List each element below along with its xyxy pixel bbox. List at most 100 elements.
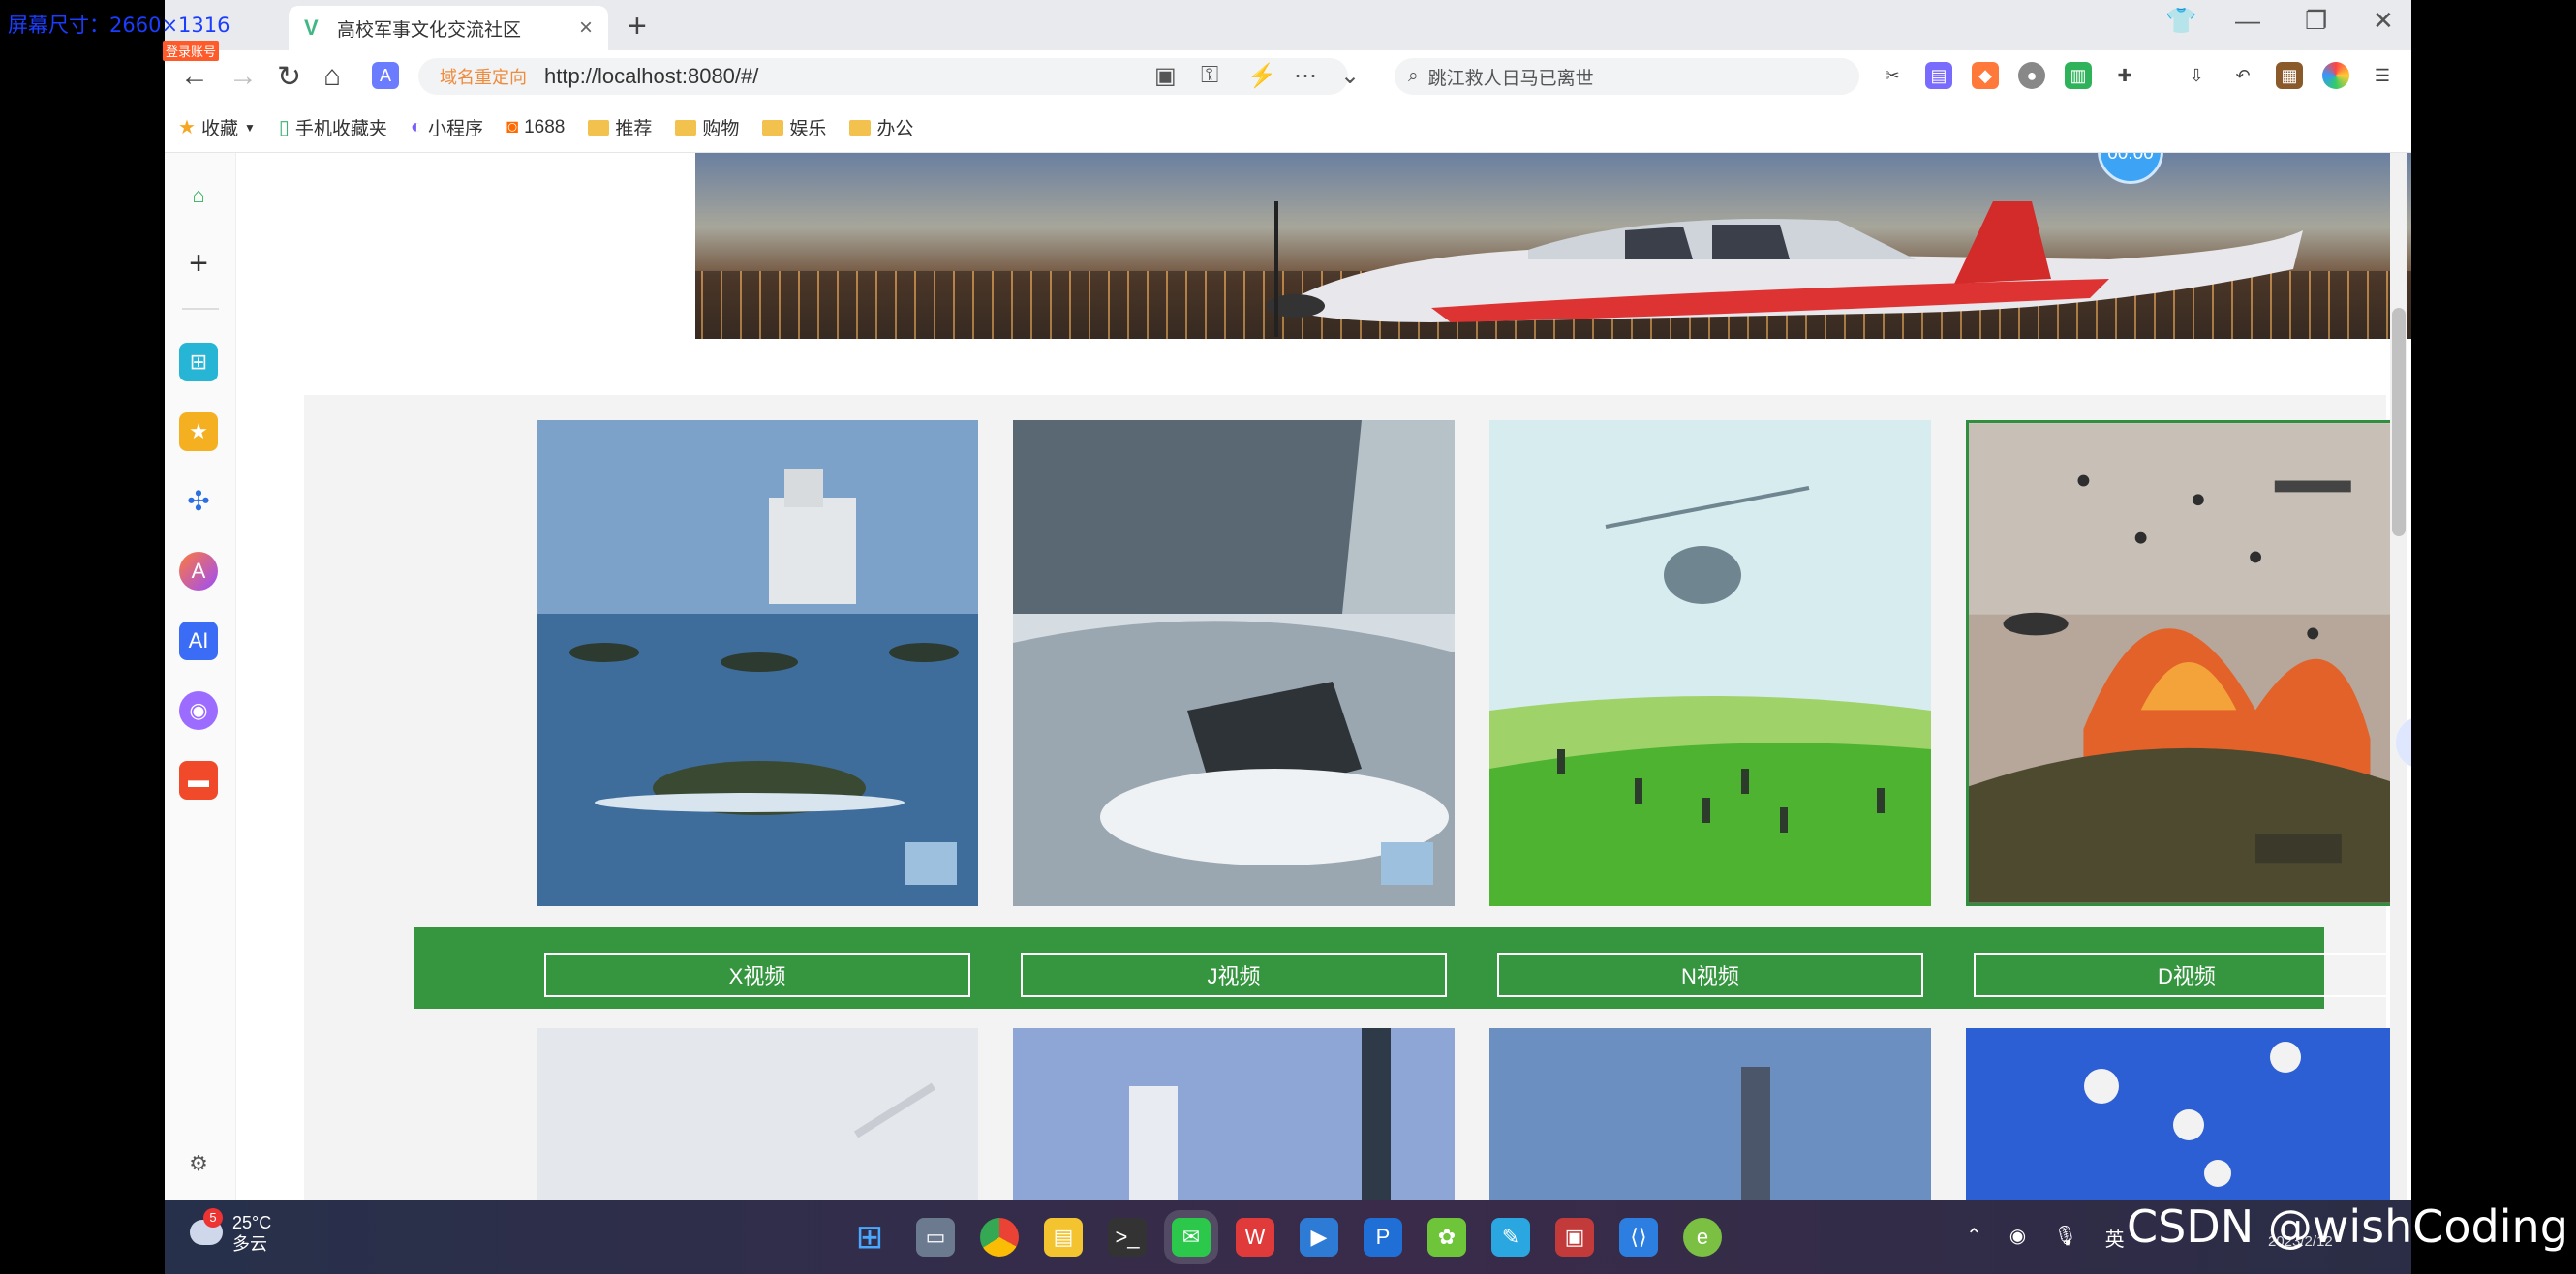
sidebar-favorites-icon[interactable]: ★ xyxy=(179,412,218,451)
folder-icon xyxy=(849,119,872,136)
wps-icon[interactable]: W xyxy=(1236,1218,1274,1257)
folder-icon xyxy=(588,119,610,136)
csdn-watermark: CSDN @wishCoding xyxy=(2127,1200,2568,1253)
game-extension-icon[interactable]: ◆ xyxy=(1972,62,1999,89)
tab-strip: V 高校军事文化交流社区 × + 👕 — ❐ ✕ xyxy=(165,0,2411,50)
scrollbar-thumb[interactable] xyxy=(2392,308,2406,536)
color-wheel-icon[interactable] xyxy=(2322,62,2349,89)
browser-e-icon[interactable]: e xyxy=(1683,1218,1722,1257)
search-box[interactable]: ⌕ 跳江救人日马已离世 xyxy=(1395,58,1859,95)
tab-active[interactable]: V 高校军事文化交流社区 × xyxy=(289,6,608,50)
green-app-icon[interactable]: ✿ xyxy=(1427,1218,1466,1257)
banner-image xyxy=(695,153,2411,339)
bookmark-entertainment[interactable]: 娱乐 xyxy=(762,114,826,140)
login-badge[interactable]: 登录账号 xyxy=(163,41,220,61)
reload-icon[interactable]: ↻ xyxy=(277,60,301,94)
video-button-n[interactable]: N视频 xyxy=(1497,953,1923,997)
bookmark-1688[interactable]: ◙ 1688 xyxy=(506,116,565,138)
back-icon[interactable]: ← xyxy=(180,60,209,93)
add-icon[interactable]: + xyxy=(179,244,218,283)
restore-icon[interactable]: ❐ xyxy=(2305,6,2327,36)
bookmark-mobile[interactable]: ▯ 手机收藏夹 xyxy=(279,114,387,140)
sidebar-chat-icon[interactable]: ◉ xyxy=(179,691,218,730)
forward-icon[interactable]: → xyxy=(229,60,258,93)
video-thumbnail-d[interactable] xyxy=(1966,420,2407,906)
screen-size-overlay: 屏幕尺寸：2660×1316 xyxy=(8,14,230,37)
system-tray: ⌃ ◉ 🎙 英 xyxy=(1966,1224,2125,1252)
tab-title: 高校军事文化交流社区 xyxy=(337,19,522,41)
puzzle-icon[interactable]: ✚ xyxy=(2111,62,2138,89)
tray-app-icon[interactable]: ◉ xyxy=(2009,1224,2026,1252)
image-icon[interactable]: ▣ xyxy=(1154,62,1177,90)
video-button-j[interactable]: J视频 xyxy=(1021,953,1447,997)
tab-close-icon[interactable]: × xyxy=(579,15,593,42)
video-button-x[interactable]: X视频 xyxy=(544,953,970,997)
search-placeholder[interactable]: 跳江救人日马已离世 xyxy=(1428,64,1594,90)
video-thumbnail-row2-4[interactable] xyxy=(1966,1028,2407,1200)
bookmark-shopping[interactable]: 购物 xyxy=(675,114,739,140)
sidebar-app-blue-icon[interactable]: ⊞ xyxy=(179,343,218,381)
star-icon: ★ xyxy=(178,117,196,138)
notes-app-icon[interactable]: ✎ xyxy=(1491,1218,1530,1257)
mini-program-icon: ◐ xyxy=(410,116,422,137)
more-icon[interactable]: ⋯ xyxy=(1294,62,1317,90)
chevron-up-icon[interactable]: ⌃ xyxy=(1966,1224,1982,1252)
home-outline-icon[interactable]: ⌂ xyxy=(179,176,218,215)
bookmark-office[interactable]: 办公 xyxy=(849,114,913,140)
sidebar-divider xyxy=(182,308,219,310)
sidebar-ai-icon[interactable]: AI xyxy=(179,622,218,660)
file-explorer-icon[interactable]: ▤ xyxy=(1044,1218,1083,1257)
sidebar-game-icon[interactable]: ▬ xyxy=(179,761,218,800)
input-language[interactable]: 英 xyxy=(2105,1224,2125,1252)
chrome-icon[interactable] xyxy=(980,1218,1019,1257)
settings-icon[interactable]: ⚙ xyxy=(179,1144,218,1183)
close-window-icon[interactable]: ✕ xyxy=(2373,6,2394,36)
phone-icon: ▯ xyxy=(278,117,290,138)
task-view-icon[interactable]: ▭ xyxy=(916,1218,955,1257)
url-text[interactable]: http://localhost:8080/#/ xyxy=(544,64,758,89)
video-thumbnail-j[interactable] xyxy=(1013,420,1455,906)
video-thumbnail-row2-1[interactable] xyxy=(537,1028,978,1200)
lightning-icon[interactable]: ⚡ xyxy=(1247,62,1276,90)
redirect-label: 域名重定向 xyxy=(440,68,527,87)
vscode-icon[interactable]: ⟨⟩ xyxy=(1619,1218,1658,1257)
weather-widget[interactable]: 5 25°C 多云 xyxy=(190,1208,271,1255)
video-thumbnail-row2-2[interactable] xyxy=(1013,1028,1455,1200)
video-thumbnail-x[interactable] xyxy=(537,420,978,906)
ai-icon[interactable]: A xyxy=(372,62,399,89)
red-app-icon[interactable]: ▣ xyxy=(1555,1218,1594,1257)
terminal-icon[interactable]: >_ xyxy=(1108,1218,1147,1257)
video-thumbnail-row2-3[interactable] xyxy=(1489,1028,1931,1200)
wechat-icon[interactable]: ✉ xyxy=(1172,1218,1211,1257)
video-thumbnail-n[interactable] xyxy=(1489,420,1931,906)
account-extension-icon[interactable]: ● xyxy=(2018,62,2045,89)
extension-purple-icon[interactable]: ▤ xyxy=(1925,62,1952,89)
caret-down-icon[interactable]: ▼ xyxy=(244,121,256,135)
bookmark-mini-program[interactable]: ◐ 小程序 xyxy=(411,114,483,140)
briefcase-icon[interactable]: ▦ xyxy=(2276,62,2303,89)
minimize-icon[interactable]: — xyxy=(2235,6,2260,36)
chevron-down-icon[interactable]: ⌄ xyxy=(1340,62,1360,90)
sidebar-ai-circle-icon[interactable]: A xyxy=(179,552,218,591)
home-icon[interactable]: ⌂ xyxy=(323,60,341,93)
undo-icon[interactable]: ↶ xyxy=(2229,62,2256,89)
p-app-icon[interactable]: P xyxy=(1364,1218,1402,1257)
browser-toolbar: ← → ↻ ⌂ A 域名重定向 http://localhost:8080/#/… xyxy=(165,50,2411,103)
bookmark-recommend[interactable]: 推荐 xyxy=(588,114,652,140)
new-tab-button[interactable]: + xyxy=(628,8,647,46)
sidebar-network-icon[interactable]: ✣ xyxy=(179,482,218,521)
media-player-icon[interactable]: ▶ xyxy=(1300,1218,1338,1257)
vue-favicon-icon: V xyxy=(304,15,319,40)
banner-plane-graphic xyxy=(1267,201,2303,337)
microphone-icon[interactable]: 🎙 xyxy=(2053,1224,2077,1252)
menu-icon[interactable]: ☰ xyxy=(2369,62,2396,89)
scissors-icon[interactable]: ✂ xyxy=(1879,62,1906,89)
bookmark-favorites[interactable]: ★ 收藏 ▼ xyxy=(178,114,256,140)
key-icon[interactable]: ⚿ xyxy=(1201,62,1218,89)
video-button-d[interactable]: D视频 xyxy=(1974,953,2400,997)
shirt-icon[interactable]: 👕 xyxy=(2165,6,2196,36)
book-extension-icon[interactable]: ▥ xyxy=(2065,62,2092,89)
1688-icon: ◙ xyxy=(506,116,519,137)
windows-start-icon[interactable]: ⊞ xyxy=(850,1218,889,1257)
download-icon[interactable]: ⇩ xyxy=(2183,62,2210,89)
